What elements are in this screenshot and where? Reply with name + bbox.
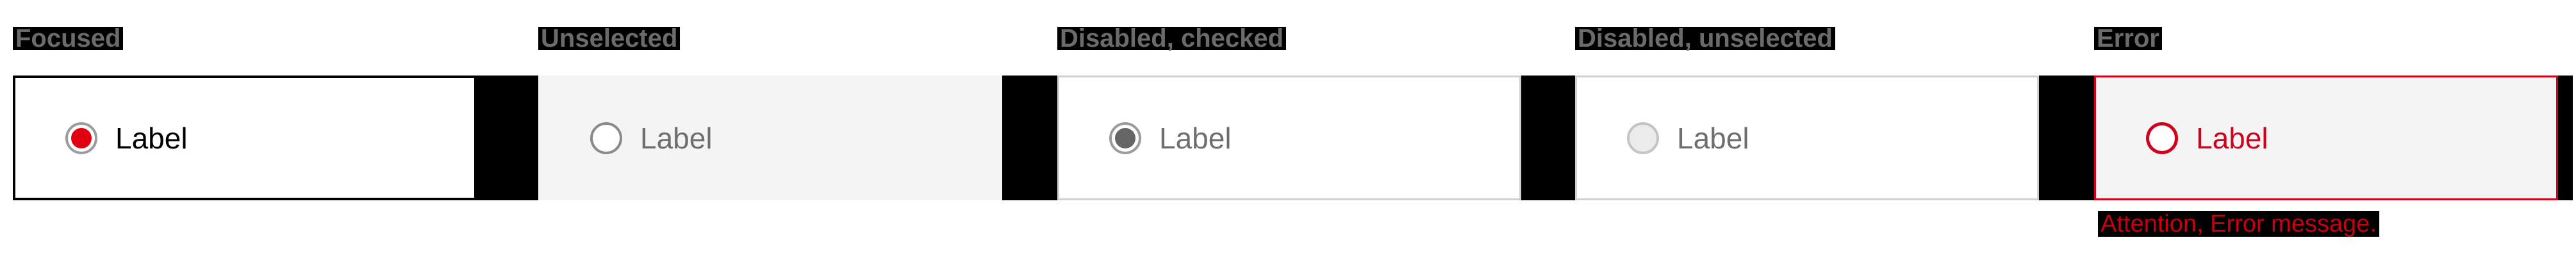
state-column-error: Error Label Attention, Error message. [2094, 0, 2562, 263]
state-title-wrap: Unselected [538, 26, 681, 51]
error-message: Attention, Error message. [2098, 211, 2379, 237]
state-title: Disabled, unselected [1575, 26, 1835, 51]
radio-option-card[interactable]: Label [13, 76, 477, 200]
state-column-focused: Focused Label [13, 0, 481, 263]
radio-option-label: Label [115, 121, 188, 155]
radio-button[interactable] [65, 122, 97, 154]
state-title-wrap: Focused [13, 26, 124, 51]
radio-button[interactable] [2146, 122, 2178, 154]
state-column-disabled-unselected: Disabled, unselected Label [1575, 0, 2043, 263]
radio-button[interactable] [590, 122, 622, 154]
state-column-disabled-checked: Disabled, checked Label [1057, 0, 1525, 263]
radio-option-card: Label [1057, 76, 1521, 200]
state-title: Focused [13, 26, 124, 51]
radio-button [1627, 122, 1659, 154]
state-title-wrap: Disabled, unselected [1575, 26, 1835, 51]
radio-option-card: Label [1575, 76, 2039, 200]
state-title-wrap: Error [2094, 26, 2162, 51]
radio-option-label: Label [1159, 121, 1232, 155]
state-title: Unselected [538, 26, 681, 51]
radio-option-label: Label [1677, 121, 1749, 155]
radio-checked-dot [1115, 127, 1135, 148]
radio-option-label: Label [2196, 121, 2268, 155]
state-title: Disabled, checked [1057, 26, 1287, 51]
radio-checked-dot [71, 127, 92, 148]
state-title-wrap: Disabled, checked [1057, 26, 1287, 51]
radio-option-card[interactable]: Label [2094, 76, 2558, 200]
state-title: Error [2094, 26, 2162, 51]
radio-option-label: Label [640, 121, 713, 155]
radio-button [1109, 122, 1141, 154]
state-column-unselected: Unselected Label [538, 0, 1006, 263]
radio-option-card[interactable]: Label [538, 76, 1002, 200]
